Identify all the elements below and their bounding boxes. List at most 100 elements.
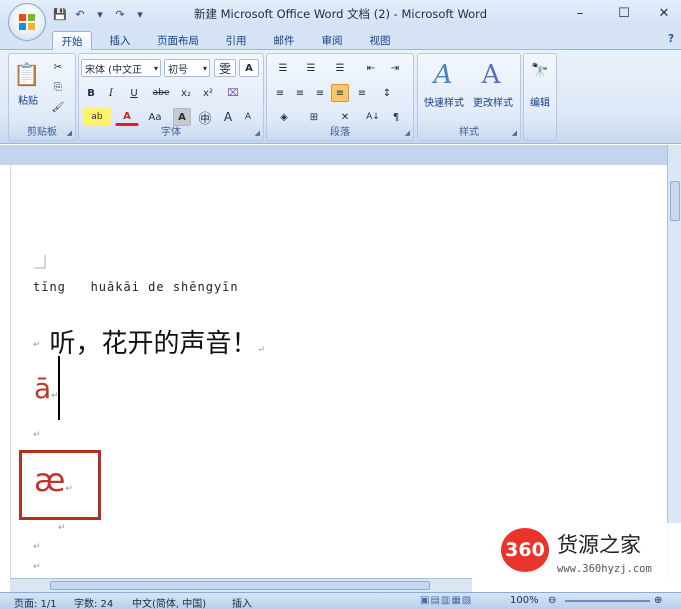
status-bar: 页面: 1/1 字数: 24 中文(简体, 中国) 插入 ▣▤▥▦▧ 100% … [0,592,681,609]
subscript-button[interactable]: x₂ [177,84,195,102]
zoom-slider[interactable] [565,600,650,602]
paragraph-mark: ↵ [257,345,266,355]
tab-home[interactable]: 开始 [52,31,92,50]
title-bar: 💾 ↶ ▾ ↷ ▾ 新建 Microsoft Office Word 文档 (2… [0,0,681,28]
vertical-scrollbar[interactable] [667,145,681,580]
text-cursor [58,356,60,420]
cut-icon[interactable]: ✂ [49,58,67,76]
paragraph-launcher-icon[interactable]: ◢ [405,129,410,137]
justify-button[interactable]: ≡ [331,84,349,102]
tab-review[interactable]: 审阅 [312,31,352,50]
clear-formatting-button[interactable]: ⌧ [222,84,244,102]
group-styles: A 快速样式 A 更改样式 样式 ◢ [417,53,521,141]
group-editing: 🔭 编辑 [523,53,557,141]
align-center-button[interactable]: ≡ [291,84,309,102]
ribbon-tabs: 开始 插入 页面布局 引用 邮件 审阅 视图 ? [0,28,681,50]
strikethrough-button[interactable]: abe [149,84,173,102]
align-right-button[interactable]: ≡ [311,84,329,102]
change-styles-button[interactable]: 更改样式 [468,94,518,109]
clipboard-launcher-icon[interactable]: ◢ [67,129,72,137]
tab-mailings[interactable]: 邮件 [264,31,304,50]
italic-button[interactable]: I [103,84,119,102]
vertical-scroll-thumb[interactable] [670,181,680,221]
char-border-button[interactable]: A [239,59,259,77]
group-font: 宋体 (中文正 ▾ 初号 ▾ 雯 A B I U abe x₂ x² ⌧ ab … [78,53,264,141]
chevron-down-icon: ▾ [202,63,207,73]
horizontal-scroll-thumb[interactable] [50,581,430,590]
group-clipboard: 📋 粘贴 ✂ ⎘ 🖌 剪贴板 ◢ [8,53,76,141]
underline-button[interactable]: U [123,84,145,102]
maximize-button[interactable]: ☐ [610,4,638,24]
status-language[interactable]: 中文(简体, 中国) [132,595,206,609]
main-text-line[interactable]: 听，花开的声音！↵ [33,293,266,360]
quick-styles-button[interactable]: 快速样式 [420,94,468,109]
ribbon: 📋 粘贴 ✂ ⎘ 🖌 剪贴板 ◢ 宋体 (中文正 ▾ 初号 ▾ 雯 A B I … [0,50,681,144]
multilevel-list-button[interactable]: ☰ [327,59,353,77]
horizontal-scrollbar[interactable] [10,578,472,592]
main-text: 听，花开的声音！ [49,329,258,359]
office-logo-icon [19,14,35,30]
decrease-indent-button[interactable]: ⇤ [361,59,381,77]
copy-icon[interactable]: ⎘ [49,78,67,96]
status-insert-mode[interactable]: 插入 [232,595,252,609]
group-label-font: 字体 [161,127,181,138]
numbering-button[interactable]: ☰ [299,59,323,77]
watermark-title: 货源之家 [557,533,641,557]
watermark: 360 货源之家 www.360hyzj.com [497,523,681,583]
pinyin-line: tīng huākāi de shēngyīn [33,280,239,294]
quick-styles-icon[interactable]: A [426,58,460,92]
paste-button[interactable]: 粘贴 [11,92,45,107]
font-launcher-icon[interactable]: ◢ [255,129,260,137]
tab-page-layout[interactable]: 页面布局 [148,31,208,50]
paragraph-mark: ↵ [33,340,41,350]
bold-button[interactable]: B [83,84,99,102]
change-styles-icon[interactable]: A [474,58,508,92]
tab-insert[interactable]: 插入 [102,31,138,50]
document-page[interactable] [10,165,667,580]
font-size-value: 初号 [168,64,188,76]
zoom-in-icon[interactable]: ⊕ [654,595,662,606]
ruler-area [0,145,681,165]
distributed-button[interactable]: ≡ [353,84,371,102]
minimize-button[interactable]: – [566,4,594,24]
boxed-character[interactable]: æ↵ [34,461,73,499]
highlight-box: æ↵ [19,450,101,520]
format-painter-icon[interactable]: 🖌 [49,98,67,116]
help-icon[interactable]: ? [664,31,678,50]
font-name-select[interactable]: 宋体 (中文正 ▾ [81,59,161,77]
margin-corner-mark [34,255,46,269]
editing-button[interactable]: 编辑 [524,94,556,109]
font-size-select[interactable]: 初号 ▾ [164,59,210,77]
red-character[interactable]: ā↵ [34,372,59,405]
group-label-clipboard: 剪贴板 [27,127,57,138]
status-words[interactable]: 字数: 24 [74,595,113,609]
office-button[interactable] [8,3,46,41]
paragraph-mark: ↵ [33,430,41,440]
paste-icon[interactable]: 📋 [13,58,41,92]
paragraph-mark: ↵ [58,523,66,533]
increase-indent-button[interactable]: ⇥ [385,59,405,77]
group-label-styles: 样式 [459,127,479,138]
zoom-out-icon[interactable]: ⊖ [548,595,556,606]
paragraph-mark: ↵ [33,562,41,572]
status-page[interactable]: 页面: 1/1 [14,595,57,609]
styles-launcher-icon[interactable]: ◢ [512,129,517,137]
line-spacing-button[interactable]: ↕ [375,84,399,102]
tab-view[interactable]: 视图 [360,31,400,50]
font-name-value: 宋体 (中文正 [85,64,143,76]
tab-references[interactable]: 引用 [218,31,254,50]
close-button[interactable]: ✕ [650,4,678,24]
phonetic-guide-button[interactable]: 雯 [214,59,236,77]
chevron-down-icon: ▾ [153,63,158,73]
view-buttons[interactable]: ▣▤▥▦▧ [420,595,472,606]
group-label-paragraph: 段落 [330,127,350,138]
boxed-character-text: æ [34,461,66,499]
align-left-button[interactable]: ≡ [271,84,289,102]
superscript-button[interactable]: x² [199,84,217,102]
red-character-text: ā [34,372,52,405]
paragraph-mark: ↵ [33,542,41,552]
zoom-level[interactable]: 100% [510,595,539,606]
bullets-button[interactable]: ☰ [271,59,295,77]
binoculars-icon[interactable]: 🔭 [530,60,550,82]
watermark-logo: 360 [501,528,549,572]
